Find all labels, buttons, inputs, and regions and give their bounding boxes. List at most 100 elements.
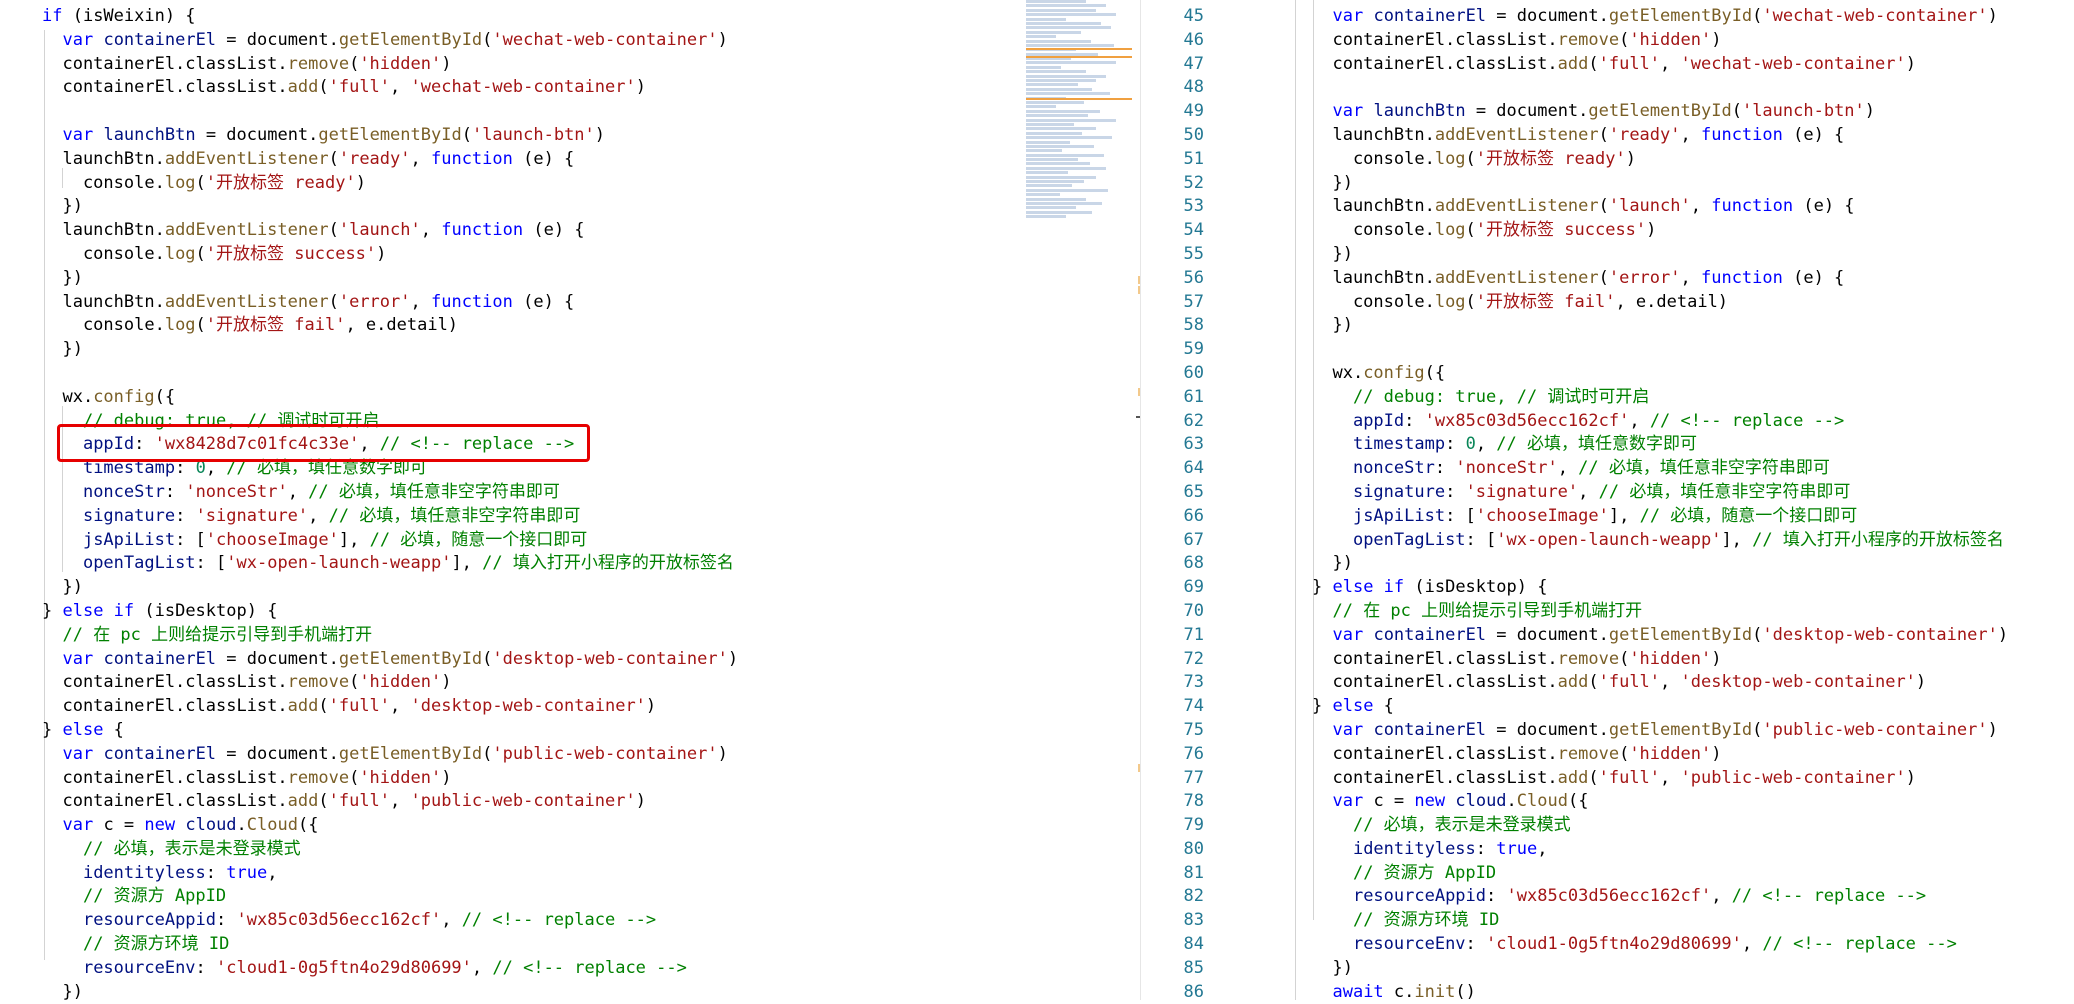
code-line[interactable]: }) xyxy=(1312,314,2008,338)
code-line[interactable]: launchBtn.addEventListener('error', func… xyxy=(1312,267,2008,291)
code-line[interactable]: console.log('开放标签 ready') xyxy=(42,172,738,196)
code-line[interactable]: } else { xyxy=(1312,695,2008,719)
minimap[interactable] xyxy=(1026,0,1132,320)
code-line[interactable]: console.log('开放标签 fail', e.detail) xyxy=(1312,291,2008,315)
code-line[interactable]: nonceStr: 'nonceStr', // 必填，填任意非空字符串即可 xyxy=(42,481,738,505)
code-line[interactable] xyxy=(1312,76,2008,100)
code-line[interactable]: // debug: true, // 调试时可开启 xyxy=(1312,386,2008,410)
minimap-line xyxy=(1026,83,1078,87)
code-line[interactable]: containerEl.classList.add('full', 'wecha… xyxy=(42,76,738,100)
code-line[interactable]: // 在 pc 上则给提示引导到手机端打开 xyxy=(1312,600,2008,624)
code-line[interactable]: timestamp: 0, // 必填，填任意数字即可 xyxy=(42,457,738,481)
code-line[interactable]: wx.config({ xyxy=(42,386,738,410)
code-line[interactable]: var containerEl = document.getElementByI… xyxy=(42,743,738,767)
code-line[interactable]: containerEl.classList.remove('hidden') xyxy=(42,671,738,695)
code-line[interactable]: var containerEl = document.getElementByI… xyxy=(42,648,738,672)
code-line[interactable] xyxy=(1312,338,2008,362)
code-line[interactable]: // 必填，表示是未登录模式 xyxy=(1312,814,2008,838)
code-line[interactable]: resourceEnv: 'cloud1-0g5ftn4o29d80699', … xyxy=(42,957,738,981)
code-line[interactable]: resourceAppid: 'wx85c03d56ecc162cf', // … xyxy=(1312,885,2008,909)
code-line[interactable]: containerEl.classList.remove('hidden') xyxy=(42,53,738,77)
minimap-line xyxy=(1026,140,1070,144)
code-line[interactable]: resourceAppid: 'wx85c03d56ecc162cf', // … xyxy=(42,909,738,933)
code-line[interactable]: }) xyxy=(42,195,738,219)
code-line[interactable]: }) xyxy=(1312,957,2008,981)
code-line[interactable]: }) xyxy=(42,981,738,1000)
code-line[interactable]: appId: 'wx8428d7c01fc4c33e', // <!-- rep… xyxy=(42,433,738,457)
code-line[interactable]: signature: 'signature', // 必填，填任意非空字符串即可 xyxy=(1312,481,2008,505)
code-line[interactable]: jsApiList: ['chooseImage'], // 必填，随意一个接口… xyxy=(42,529,738,553)
code-line[interactable]: launchBtn.addEventListener('ready', func… xyxy=(1312,124,2008,148)
code-line[interactable]: // debug: true, // 调试时可开启 xyxy=(42,410,738,434)
left-editor-pane[interactable]: if (isWeixin) { var containerEl = docume… xyxy=(0,0,1140,1000)
code-line[interactable]: var containerEl = document.getElementByI… xyxy=(1312,5,2008,29)
code-line[interactable]: containerEl.classList.remove('hidden') xyxy=(1312,648,2008,672)
code-token: // 资源方 AppID xyxy=(1352,862,1497,883)
code-line[interactable]: } else if (isDesktop) { xyxy=(1312,576,2008,600)
code-line[interactable]: var containerEl = document.getElementByI… xyxy=(42,29,738,53)
code-line[interactable]: await c.init() xyxy=(1312,981,2008,1004)
code-line[interactable]: var launchBtn = document.getElementById(… xyxy=(1312,100,2008,124)
code-line[interactable]: } else if (isDesktop) { xyxy=(42,600,738,624)
code-line[interactable]: wx.config({ xyxy=(1312,362,2008,386)
code-line[interactable]: console.log('开放标签 success') xyxy=(1312,219,2008,243)
code-token: ( xyxy=(328,220,339,241)
code-line[interactable]: // 必填，表示是未登录模式 xyxy=(42,838,738,862)
code-line[interactable]: timestamp: 0, // 必填，填任意数字即可 xyxy=(1312,433,2008,457)
code-line[interactable]: containerEl.classList.add('full', 'publi… xyxy=(42,790,738,814)
code-token: true xyxy=(226,862,268,883)
code-line[interactable]: }) xyxy=(42,338,738,362)
code-line[interactable]: containerEl.classList.add('full', 'wecha… xyxy=(1312,53,2008,77)
code-line[interactable]: launchBtn.addEventListener('error', func… xyxy=(42,291,738,315)
code-line[interactable] xyxy=(42,362,738,386)
code-line[interactable]: }) xyxy=(1312,172,2008,196)
code-line[interactable]: nonceStr: 'nonceStr', // 必填，填任意非空字符串即可 xyxy=(1312,457,2008,481)
code-line[interactable]: if (isWeixin) { xyxy=(42,5,738,29)
code-line[interactable]: var containerEl = document.getElementByI… xyxy=(1312,719,2008,743)
code-token: , xyxy=(1660,767,1681,788)
code-line[interactable]: var c = new cloud.Cloud({ xyxy=(1312,790,2008,814)
code-line[interactable]: jsApiList: ['chooseImage'], // 必填，随意一个接口… xyxy=(1312,505,2008,529)
minimap-line xyxy=(1026,144,1094,148)
code-line[interactable]: openTagList: ['wx-open-launch-weapp'], /… xyxy=(42,552,738,576)
code-line[interactable]: launchBtn.addEventListener('ready', func… xyxy=(42,148,738,172)
code-line[interactable] xyxy=(42,100,738,124)
code-line[interactable]: containerEl.classList.add('full', 'publi… xyxy=(1312,767,2008,791)
code-line[interactable]: console.log('开放标签 fail', e.detail) xyxy=(42,314,738,338)
code-line[interactable]: // 资源方 AppID xyxy=(1312,862,2008,886)
code-line[interactable]: containerEl.classList.remove('hidden') xyxy=(1312,29,2008,53)
code-line[interactable]: resourceEnv: 'cloud1-0g5ftn4o29d80699', … xyxy=(1312,933,2008,957)
code-line[interactable]: containerEl.classList.add('full', 'deskt… xyxy=(42,695,738,719)
code-line[interactable]: openTagList: ['wx-open-launch-weapp'], /… xyxy=(1312,529,2008,553)
code-line[interactable]: var launchBtn = document.getElementById(… xyxy=(42,124,738,148)
right-code-lines[interactable]: var containerEl = document.getElementByI… xyxy=(1312,5,2008,1004)
left-code-lines[interactable]: if (isWeixin) { var containerEl = docume… xyxy=(42,5,738,1000)
code-line[interactable]: console.log('开放标签 success') xyxy=(42,243,738,267)
code-line[interactable]: // 在 pc 上则给提示引导到手机端打开 xyxy=(42,624,738,648)
code-token: openTagList xyxy=(1352,529,1466,550)
code-line[interactable]: } else { xyxy=(42,719,738,743)
code-line[interactable]: containerEl.classList.add('full', 'deskt… xyxy=(1312,671,2008,695)
code-line[interactable]: }) xyxy=(42,576,738,600)
code-line[interactable]: // 资源方环境 ID xyxy=(42,933,738,957)
code-line[interactable]: launchBtn.addEventListener('launch', fun… xyxy=(42,219,738,243)
code-line[interactable]: containerEl.classList.remove('hidden') xyxy=(42,767,738,791)
code-line[interactable]: // 资源方环境 ID xyxy=(1312,909,2008,933)
code-line[interactable]: }) xyxy=(1312,552,2008,576)
code-line[interactable]: containerEl.classList.remove('hidden') xyxy=(1312,743,2008,767)
code-line[interactable]: // 资源方 AppID xyxy=(42,885,738,909)
code-line[interactable]: }) xyxy=(1312,243,2008,267)
code-line[interactable]: identityless: true, xyxy=(1312,838,2008,862)
code-line[interactable]: }) xyxy=(42,267,738,291)
code-line[interactable]: console.log('开放标签 ready') xyxy=(1312,148,2008,172)
code-line[interactable]: signature: 'signature', // 必填，填任意非空字符串即可 xyxy=(42,505,738,529)
code-line[interactable]: var c = new cloud.Cloud({ xyxy=(42,814,738,838)
code-line[interactable]: identityless: true, xyxy=(42,862,738,886)
code-line[interactable]: launchBtn.addEventListener('launch', fun… xyxy=(1312,195,2008,219)
code-line[interactable]: appId: 'wx85c03d56ecc162cf', // <!-- rep… xyxy=(1312,410,2008,434)
code-token: true xyxy=(1496,838,1538,859)
code-token: containerEl xyxy=(103,29,217,50)
code-line[interactable]: var containerEl = document.getElementByI… xyxy=(1312,624,2008,648)
